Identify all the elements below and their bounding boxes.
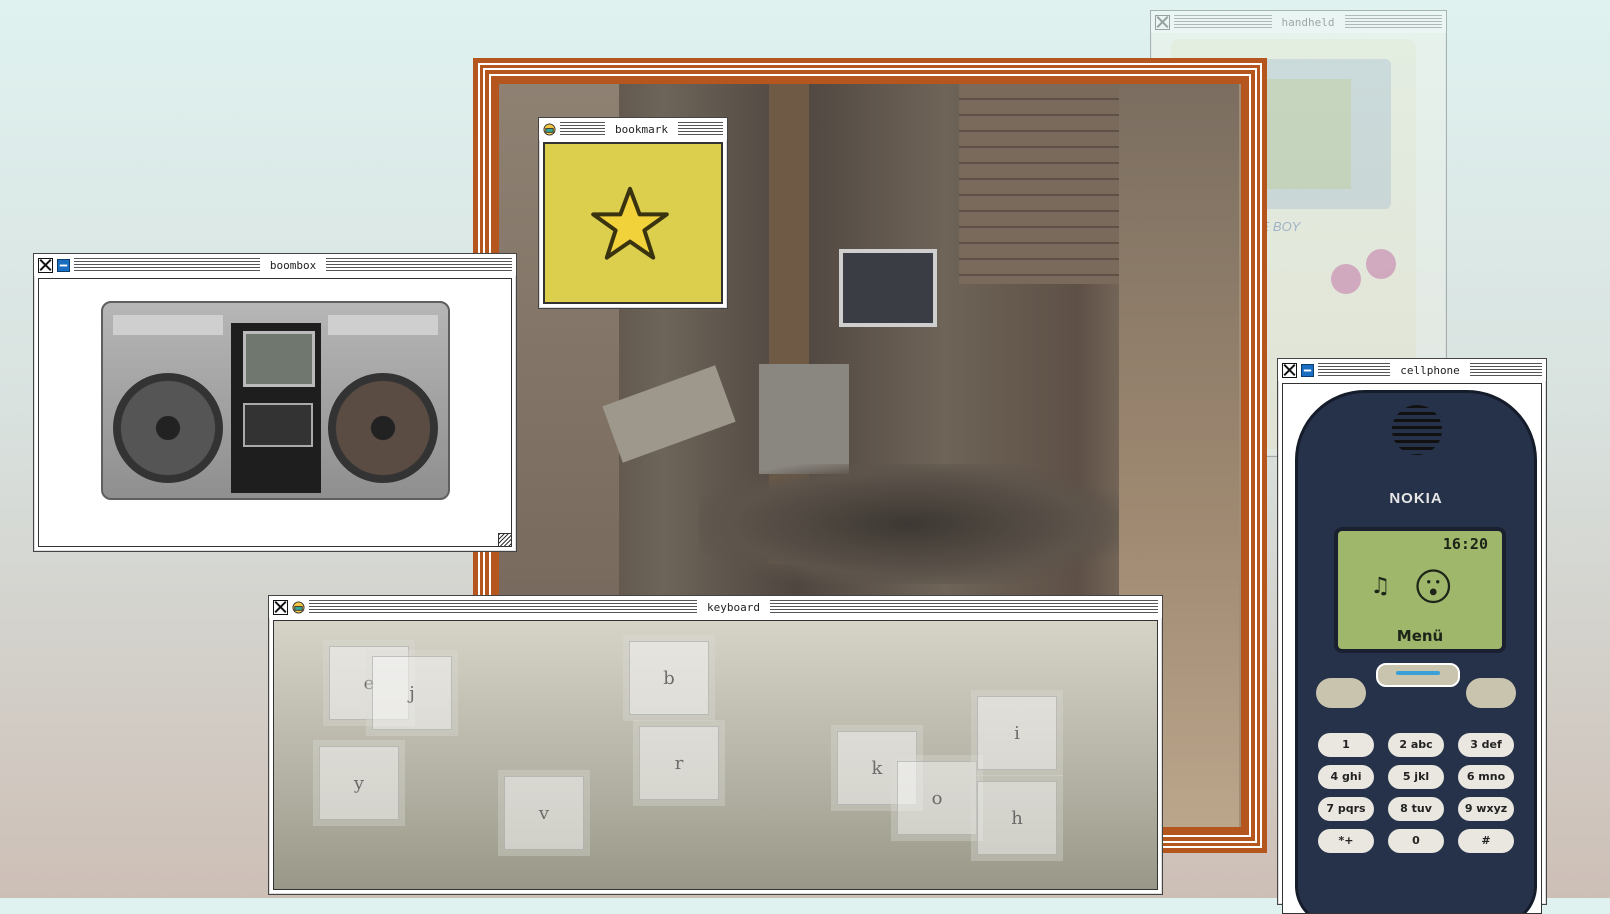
boombox-titlebar[interactable]: boombox xyxy=(34,254,516,276)
app-icon xyxy=(57,258,70,272)
boombox-content xyxy=(38,278,512,547)
keypad-key[interactable]: 2 abc xyxy=(1388,733,1444,757)
phone-time: 16:20 xyxy=(1442,535,1488,553)
window-title: bookmark xyxy=(615,122,668,136)
window-title: keyboard xyxy=(707,600,760,614)
close-icon[interactable] xyxy=(1155,14,1170,30)
close-icon[interactable] xyxy=(1282,362,1297,378)
phone-screen: 16:20 ♫ Menü xyxy=(1334,527,1506,653)
svg-text:♫: ♫ xyxy=(1370,573,1390,599)
key-h[interactable]: h xyxy=(977,781,1057,855)
right-softkey[interactable] xyxy=(1466,678,1516,708)
left-softkey[interactable] xyxy=(1316,678,1366,708)
keyboard-titlebar[interactable]: keyboard xyxy=(269,596,1162,618)
key-i[interactable]: i xyxy=(977,696,1057,770)
keypad: 1 2 abc 3 def 4 ghi 5 jkl 6 mno 7 pqrs 8… xyxy=(1318,733,1514,853)
key-r[interactable]: r xyxy=(639,726,719,800)
cellphone-titlebar[interactable]: cellphone xyxy=(1278,359,1546,381)
cellphone-content: NOKIA 16:20 ♫ Menü 1 2 abc 3 def 4 ghi 5… xyxy=(1282,383,1542,914)
key-o[interactable]: o xyxy=(897,761,977,835)
keyboard-window[interactable]: keyboard e j b y r v k o i h xyxy=(268,595,1163,895)
key-j[interactable]: j xyxy=(372,656,452,730)
keypad-key[interactable]: *+ xyxy=(1318,829,1374,853)
app-icon xyxy=(543,122,556,136)
window-title: handheld xyxy=(1281,15,1335,29)
keypad-key[interactable]: 8 tuv xyxy=(1388,797,1444,821)
bookmark-content[interactable] xyxy=(543,142,723,304)
key-b[interactable]: b xyxy=(629,641,709,715)
music-face-icon: ♫ xyxy=(1370,569,1451,604)
phone-image: NOKIA 16:20 ♫ Menü 1 2 abc 3 def 4 ghi 5… xyxy=(1295,390,1537,913)
keypad-key[interactable]: 7 pqrs xyxy=(1318,797,1374,821)
monitor xyxy=(839,249,937,327)
close-icon[interactable] xyxy=(38,257,53,273)
star-icon xyxy=(591,186,669,260)
window-title: cellphone xyxy=(1400,363,1460,377)
navi-key[interactable] xyxy=(1376,663,1460,687)
bookmark-titlebar[interactable]: bookmark xyxy=(539,118,727,140)
app-icon xyxy=(1301,363,1314,377)
keypad-key[interactable]: 1 xyxy=(1318,733,1374,757)
keypad-key[interactable]: # xyxy=(1458,829,1514,853)
boombox-image xyxy=(101,301,450,500)
keypad-key[interactable]: 5 jkl xyxy=(1388,765,1444,789)
bookmark-window[interactable]: bookmark xyxy=(538,117,728,309)
key-y[interactable]: y xyxy=(319,746,399,820)
window-title: boombox xyxy=(269,258,317,272)
phone-brand: NOKIA xyxy=(1389,490,1443,507)
close-icon[interactable] xyxy=(273,599,288,615)
app-icon xyxy=(292,600,305,614)
keypad-key[interactable]: 6 mno xyxy=(1458,765,1514,789)
key-v[interactable]: v xyxy=(504,776,584,850)
cellphone-window[interactable]: cellphone NOKIA 16:20 ♫ Menü 1 2 abc 3 d… xyxy=(1277,358,1547,914)
keypad-key[interactable]: 9 wxyz xyxy=(1458,797,1514,821)
handheld-titlebar[interactable]: handheld xyxy=(1151,11,1446,33)
phone-menu-label: Menü xyxy=(1396,627,1444,645)
keypad-key[interactable]: 0 xyxy=(1388,829,1444,853)
resize-handle[interactable] xyxy=(498,533,512,547)
boombox-window[interactable]: boombox xyxy=(33,253,517,552)
keypad-key[interactable]: 3 def xyxy=(1458,733,1514,757)
keypad-key[interactable]: 4 ghi xyxy=(1318,765,1374,789)
keyboard-content: e j b y r v k o i h xyxy=(273,620,1158,890)
